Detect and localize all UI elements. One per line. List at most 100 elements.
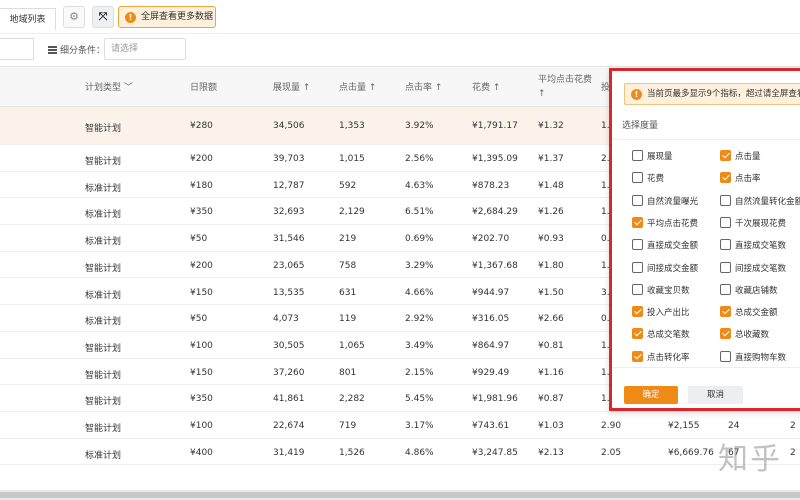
cell-cost: ¥1,981.96 [472,394,518,405]
cell-type: 智能计划 [85,263,122,274]
checkbox-icon[interactable] [632,194,643,206]
metric-option[interactable]: 展现量 [632,150,673,164]
settings-button[interactable]: ⚙ [63,6,85,28]
confirm-button[interactable]: 确定 [624,386,678,404]
checkbox-checked-icon[interactable] [720,328,731,340]
cell-type: 智能计划 [85,157,122,167]
cell-clicks: 219 [339,234,357,245]
checkbox-checked-icon[interactable] [720,172,731,184]
cell-cpc: ¥1.32 [538,121,564,131]
cell-x2: ¥2,155 [668,421,700,431]
header-impressions[interactable]: 展现量 ↑ [273,80,310,93]
fullscreen-button[interactable]: ! 全屏查看更多数据 [118,6,216,28]
metric-option[interactable]: 平均点击花费 [632,216,698,231]
metric-option[interactable]: 自然流量曝光 [632,194,699,209]
metric-option-label: 直接成交笔数 [735,241,787,252]
checkbox-icon[interactable] [720,239,731,251]
cell-clicks: 758 [339,260,357,271]
checkbox-icon[interactable] [632,172,643,184]
cell-impr: 34,506 [273,121,305,131]
checkbox-icon[interactable] [632,283,643,295]
cell-cpc: ¥1.26 [538,207,564,218]
cell-budget: ¥200 [190,260,213,271]
checkbox-icon[interactable] [720,283,731,295]
metric-option[interactable]: 总收藏数 [720,328,769,342]
metric-option[interactable]: 自然流量转化金额 [720,194,800,209]
checkbox-icon[interactable] [632,261,643,273]
cancel-button[interactable]: 取消 [688,386,743,404]
cell-ctr: 2.92% [405,314,434,325]
metric-option[interactable]: 收藏店铺数 [720,283,778,298]
metric-option-label: 自然流量转化金额 [735,196,800,207]
cell-type: 标准计划 [85,317,122,328]
checkbox-icon[interactable] [632,239,643,251]
cell-cpc: ¥1.03 [538,421,564,431]
metric-option[interactable]: 间接成交笔数 [720,261,787,276]
metric-option-label: 自然流量曝光 [647,196,699,207]
checkbox-icon[interactable] [720,261,731,273]
cell-impr: 23,065 [273,260,305,271]
metric-option-label: 收藏宝贝数 [647,285,690,296]
metric-option[interactable]: 点击量 [720,150,761,164]
cell-cost: ¥316.05 [472,314,510,325]
metric-option[interactable]: 点击率 [720,172,761,186]
checkbox-icon[interactable] [720,194,731,206]
metric-option[interactable]: 花费 [632,172,664,186]
metric-option[interactable]: 直接成交笔数 [720,239,786,253]
metric-option[interactable]: 总成交金额 [720,306,778,320]
cell-cost: ¥743.61 [472,421,510,431]
cell-type: 标准计划 [85,210,122,221]
cell-impr: 32,693 [273,207,305,218]
table-row[interactable]: 标准计划 ¥400 31,419 1,526 4.86% ¥3,247.85 ¥2.13 2.… [0,439,800,466]
header-daily-budget[interactable]: 日限额 [190,80,217,93]
header-avg-cpc[interactable]: 平均点击花费 ↑ [538,73,608,101]
metric-option[interactable]: 投入产出比 [632,306,690,320]
cell-x3: 24 [728,421,740,431]
checkbox-checked-icon[interactable] [632,328,643,340]
checkbox-checked-icon[interactable] [720,150,731,161]
cell-clicks: 1,353 [339,121,365,131]
cell-x1: 2.05 [601,447,622,458]
checkbox-icon[interactable] [720,350,731,362]
cell-clicks: 592 [339,180,357,191]
table-row[interactable]: 智能计划 ¥100 22,674 719 3.17% ¥743.61 ¥1.03 2.90 ¥2… [0,412,800,439]
checkbox-icon[interactable] [632,150,643,161]
metric-option[interactable]: 间接成交金额 [632,261,698,276]
checkbox-icon[interactable] [720,216,731,228]
metric-option[interactable]: 总成交笔数 [632,328,690,342]
metric-option[interactable]: 点击转化率 [632,350,690,363]
cell-clicks: 2,129 [339,207,365,218]
header-plan-type[interactable]: 计划类型 ﹀ [85,80,133,93]
header-ctr[interactable]: 点击率 ↑ [405,80,442,93]
metric-option[interactable]: 直接购物车数 [720,350,786,363]
cell-budget: ¥350 [190,207,213,218]
metric-selector-popup: ! 当前页最多显示9个指标，超过请全屏查看 选择度量 展现量 点击量 花费 点击率 自然… [609,68,800,411]
cell-clicks: 2,282 [339,394,365,405]
cell-type: 智能计划 [85,370,122,381]
cell-type: 标准计划 [85,183,122,194]
cell-impr: 39,703 [273,154,305,164]
checkbox-checked-icon[interactable] [720,306,731,318]
checkbox-checked-icon[interactable] [632,350,643,362]
metric-option-list[interactable]: 展现量 点击量花费 点击率自然流量曝光 自然流量转化金额平均点击花费 千次展现花费直接成… [612,139,800,363]
cell-budget: ¥350 [190,394,213,405]
cell-budget: ¥100 [190,340,213,351]
header-clicks[interactable]: 点击量 ↑ [339,80,376,93]
tab-region-list[interactable]: 地域列表 [0,8,56,30]
cell-ctr: 4.86% [405,447,434,458]
cell-cost: ¥878.23 [472,180,510,191]
cell-budget: ¥100 [190,421,213,431]
scrollbar-thumb[interactable] [0,492,800,498]
metric-option[interactable]: 千次展现花费 [720,216,786,231]
metric-option[interactable]: 直接成交金额 [632,239,698,253]
cell-ctr: 3.49% [405,340,434,351]
checkbox-checked-icon[interactable] [632,306,643,318]
checkbox-checked-icon[interactable] [632,216,643,228]
header-cost[interactable]: 花费 ↑ [472,80,500,93]
metric-option[interactable]: 收藏宝贝数 [632,283,690,298]
expand-button[interactable]: ⤧ [92,6,114,28]
filter-select[interactable]: 请选择 [104,38,186,60]
metric-option-label: 间接成交笔数 [735,263,787,274]
left-input[interactable] [0,38,34,60]
horizontal-scrollbar[interactable] [0,490,800,500]
